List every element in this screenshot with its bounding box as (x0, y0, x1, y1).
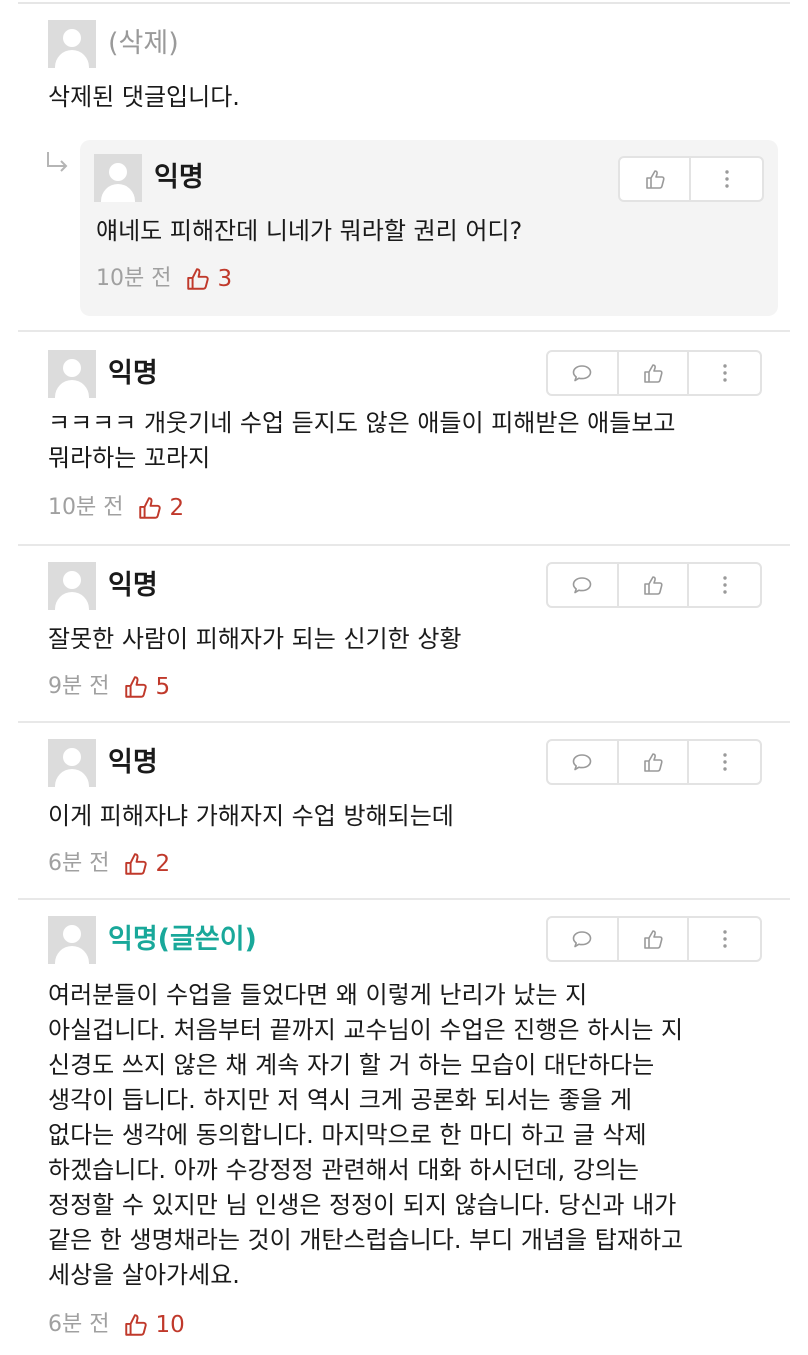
comment-writer: 익명(글쓴이) 여러분들이 수업을 들었다면 왜 이렇게 난리가 났는 지 아실… (0, 900, 808, 1355)
more-button[interactable] (691, 158, 762, 200)
thumbs-up-icon (644, 753, 663, 772)
thumbs-up-icon (187, 268, 210, 290)
like-button[interactable] (620, 158, 692, 200)
like-button[interactable] (619, 564, 690, 606)
avatar (48, 916, 96, 964)
like-count: 10 (155, 1312, 185, 1338)
comment-deleted: (삭제) 삭제된 댓글입니다. 익명 얘네도 피해잔데 니네가 뭐라할 권리 어… (0, 0, 808, 330)
comment-meta: 6분 전 2 (48, 849, 170, 879)
comment-time: 6분 전 (48, 851, 110, 876)
reply-arrow-icon (47, 152, 68, 172)
comment-author-writer: 익명(글쓴이) (108, 924, 257, 955)
avatar (48, 350, 96, 398)
comment-actions (618, 156, 764, 202)
comment-time: 9분 전 (48, 674, 110, 699)
comment-text: 삭제된 댓글입니다. (48, 83, 240, 111)
avatar (48, 20, 96, 68)
more-button[interactable] (689, 918, 760, 960)
comment: 익명 잘못한 사람이 피해자가 되는 신기한 상황 9분 전 5 (0, 546, 808, 722)
like-count: 3 (217, 266, 233, 292)
more-button[interactable] (689, 564, 760, 606)
reply-comment: 익명 얘네도 피해잔데 니네가 뭐라할 권리 어디? 10분 전 3 (80, 140, 778, 316)
comment-text: 얘네도 피해잔데 니네가 뭐라할 권리 어디? (96, 217, 523, 245)
more-vertical-icon (722, 364, 727, 382)
thumbs-up-icon (644, 576, 663, 595)
comment-time: 10분 전 (48, 495, 124, 520)
comment-author: 익명 (108, 358, 158, 389)
comment-actions (546, 562, 762, 608)
avatar (94, 154, 142, 202)
more-vertical-icon (722, 753, 727, 771)
thumbs-up-icon (139, 497, 162, 519)
reply-button[interactable] (548, 918, 619, 960)
comment: 익명 ㅋㅋㅋㅋ 개웃기네 수업 듣지도 않은 애들이 피해받은 애들보고 뭐라하… (0, 332, 808, 544)
avatar (48, 739, 96, 787)
reply-button[interactable] (548, 564, 619, 606)
comment-bubble-icon (573, 365, 592, 382)
reply-button[interactable] (548, 741, 619, 783)
comment-author: (삭제) (108, 28, 179, 59)
like-button[interactable] (619, 918, 690, 960)
like-count: 5 (155, 674, 171, 700)
thumbs-up-icon (125, 853, 148, 875)
comment-actions (546, 739, 762, 785)
comment-author: 익명 (108, 570, 158, 601)
more-button[interactable] (689, 352, 760, 394)
comment-text: 여러분들이 수업을 들었다면 왜 이렇게 난리가 났는 지 아실겁니다. 처음부… (48, 981, 684, 1289)
like-count: 2 (155, 851, 171, 877)
comment: 익명 이게 피해자냐 가해자지 수업 방해되는데 6분 전 2 (0, 723, 808, 899)
comment-actions (546, 350, 762, 396)
more-button[interactable] (689, 741, 760, 783)
thumbs-up-icon (125, 676, 148, 698)
like-count: 2 (169, 495, 185, 521)
thumbs-up-icon (125, 1314, 148, 1336)
like-button[interactable] (619, 741, 690, 783)
more-vertical-icon (722, 930, 727, 948)
reply-button[interactable] (548, 352, 619, 394)
comment-bubble-icon (573, 754, 592, 771)
comment-time: 10분 전 (96, 266, 172, 291)
comment-author: 익명 (108, 747, 158, 778)
avatar (48, 562, 96, 610)
comment-author: 익명 (154, 162, 204, 193)
thumbs-up-icon (644, 364, 663, 383)
thumbs-up-icon (645, 170, 665, 189)
like-button[interactable] (619, 352, 690, 394)
comment-time: 6분 전 (48, 1312, 110, 1337)
more-vertical-icon (722, 576, 727, 594)
comment-meta: 9분 전 5 (48, 672, 170, 702)
comment-meta: 10분 전 2 (48, 493, 184, 523)
comment-bubble-icon (573, 931, 592, 948)
comment-meta: 10분 전 3 (96, 264, 232, 294)
comment-text: 이게 피해자냐 가해자지 수업 방해되는데 (48, 802, 454, 830)
comment-bubble-icon (573, 577, 592, 594)
thumbs-up-icon (644, 930, 663, 949)
comment-actions (546, 916, 762, 962)
more-vertical-icon (724, 170, 729, 188)
comment-text: 잘못한 사람이 피해자가 되는 신기한 상황 (48, 625, 462, 653)
comment-text: ㅋㅋㅋㅋ 개웃기네 수업 듣지도 않은 애들이 피해받은 애들보고 뭐라하는 꼬… (48, 409, 676, 472)
comment-meta: 6분 전 10 (48, 1310, 185, 1340)
